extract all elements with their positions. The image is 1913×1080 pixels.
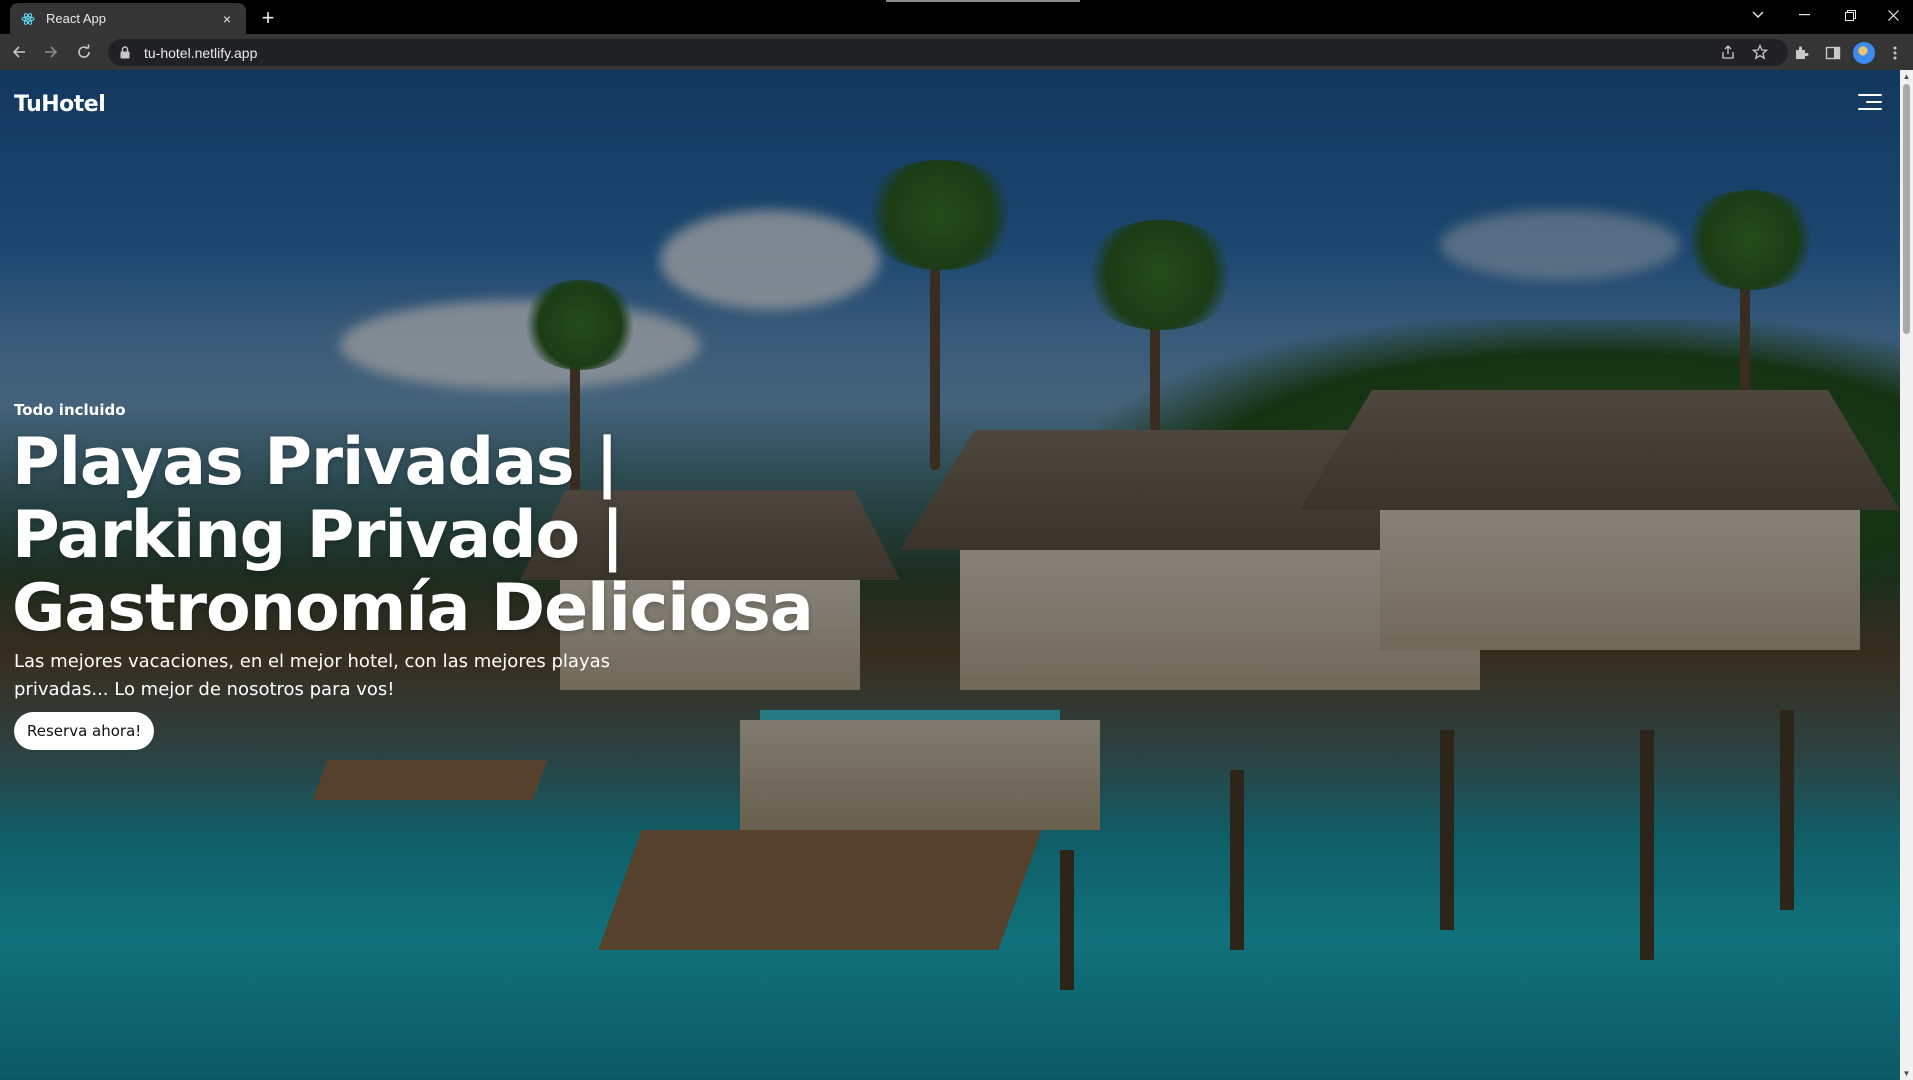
window-drag-indicator — [886, 0, 1080, 2]
lock-icon[interactable] — [120, 45, 134, 60]
sidepanel-icon[interactable] — [1822, 42, 1844, 64]
profile-avatar[interactable] — [1853, 42, 1875, 64]
scroll-down-icon[interactable]: ▼ — [1900, 1067, 1913, 1080]
hero-headline: Playas Privadas | Parking Privado | Gast… — [12, 425, 814, 646]
hero-subtitle: Las mejores vacaciones, en el mejor hote… — [14, 651, 611, 700]
new-tab-button[interactable]: + — [256, 5, 280, 30]
star-icon[interactable] — [1750, 42, 1770, 62]
extensions-icon[interactable] — [1790, 42, 1812, 64]
tab-search-icon[interactable] — [1735, 0, 1781, 30]
share-icon[interactable] — [1718, 42, 1738, 62]
browser-toolbar: tu-hotel.netlify.app — [0, 34, 1913, 70]
react-icon — [20, 11, 36, 27]
scrollbar-thumb[interactable] — [1903, 84, 1910, 334]
page-scrollbar[interactable]: ▲ ▼ — [1900, 70, 1913, 1080]
forward-icon[interactable] — [38, 40, 64, 64]
reload-icon[interactable] — [71, 40, 97, 64]
minimize-icon[interactable] — [1781, 0, 1827, 30]
url-text: tu-hotel.netlify.app — [144, 44, 258, 61]
more-icon[interactable] — [1884, 42, 1906, 64]
tab-title: React App — [46, 11, 106, 26]
scroll-up-icon[interactable]: ▲ — [1900, 70, 1913, 83]
hamburger-icon[interactable] — [1858, 92, 1882, 112]
address-bar[interactable]: tu-hotel.netlify.app — [108, 39, 1788, 66]
reserve-now-button[interactable]: Reserva ahora! — [14, 712, 155, 750]
close-tab-icon[interactable]: × — [218, 10, 236, 28]
hero-eyebrow: Todo incluido — [14, 401, 126, 419]
site-logo[interactable]: TuHotel — [14, 92, 106, 117]
tab-strip: React App × + — [0, 0, 1913, 34]
restore-icon[interactable] — [1827, 0, 1873, 30]
browser-tab[interactable]: React App × — [10, 3, 246, 34]
close-window-icon[interactable] — [1873, 0, 1913, 30]
back-icon[interactable] — [6, 40, 32, 64]
